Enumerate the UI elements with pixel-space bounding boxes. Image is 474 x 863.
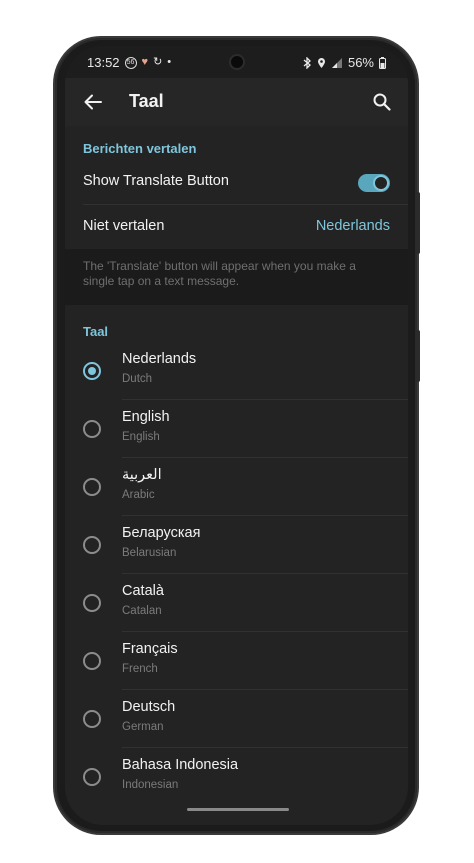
language-english-name: Belarusian xyxy=(122,547,177,559)
language-name: Nederlands xyxy=(122,351,197,367)
language-name: Беларуская xyxy=(122,525,201,541)
radio-button[interactable] xyxy=(83,362,101,380)
section-header-language: Taal xyxy=(83,324,109,339)
show-translate-toggle[interactable] xyxy=(358,174,390,192)
heart-icon: ♥ xyxy=(141,56,149,68)
radio-dot xyxy=(88,367,96,375)
language-name: Català xyxy=(122,583,164,599)
language-option[interactable]: Bahasa Indonesia Indonesian xyxy=(65,748,408,806)
radio-button[interactable] xyxy=(83,478,101,496)
back-button[interactable] xyxy=(77,86,109,118)
section-header-translate: Berichten vertalen xyxy=(83,141,197,156)
info-box: The 'Translate' button will appear when … xyxy=(65,249,408,305)
language-english-name: French xyxy=(122,663,158,675)
language-english-name: Dutch xyxy=(122,373,153,385)
radio-button[interactable] xyxy=(83,710,101,728)
status-bar: 13:52 56 ♥ ↻ • 56% xyxy=(65,46,408,78)
language-name: Deutsch xyxy=(122,699,176,715)
phone-side-button xyxy=(416,330,420,382)
show-translate-label: Show Translate Button xyxy=(83,173,229,189)
language-english-name: German xyxy=(122,721,164,733)
language-name: Français xyxy=(122,641,178,657)
signal-icon xyxy=(331,57,342,68)
do-not-translate-row[interactable]: Niet vertalen Nederlands xyxy=(65,205,408,249)
radio-button[interactable] xyxy=(83,420,101,438)
language-name: English xyxy=(122,409,170,425)
do-not-translate-value: Nederlands xyxy=(315,218,390,234)
toggle-knob xyxy=(373,175,389,191)
status-time: 13:52 xyxy=(87,55,120,70)
language-english-name: English xyxy=(122,431,160,443)
language-option[interactable]: العربية Arabic xyxy=(65,458,408,516)
location-icon xyxy=(317,57,325,68)
language-option[interactable]: Deutsch German xyxy=(65,690,408,748)
do-not-translate-label: Niet vertalen xyxy=(83,218,165,234)
sync-icon: ↻ xyxy=(153,56,163,68)
bluetooth-icon xyxy=(303,56,311,69)
language-name: العربية xyxy=(122,467,162,483)
radio-button[interactable] xyxy=(83,594,101,612)
arrow-left-icon xyxy=(84,94,102,110)
phone-side-button xyxy=(416,192,420,254)
language-option[interactable]: English English xyxy=(65,400,408,458)
language-option[interactable]: Català Catalan xyxy=(65,574,408,632)
settings-content: Berichten vertalen Show Translate Button… xyxy=(65,126,408,825)
notification-badge: 56 xyxy=(124,56,137,69)
radio-button[interactable] xyxy=(83,652,101,670)
search-icon xyxy=(373,93,391,111)
dot-icon: • xyxy=(167,56,172,68)
radio-button[interactable] xyxy=(83,768,101,786)
search-button[interactable] xyxy=(366,86,398,118)
battery-percentage: 56% xyxy=(347,55,374,70)
status-right: 56% xyxy=(303,55,386,70)
front-camera xyxy=(231,56,243,68)
status-left: 13:52 56 ♥ ↻ • xyxy=(87,55,171,70)
language-english-name: Indonesian xyxy=(122,779,179,791)
phone-screen: 13:52 56 ♥ ↻ • 56% Taal Berichten vertal… xyxy=(65,46,408,825)
page-title: Taal xyxy=(129,91,164,111)
language-name: Bahasa Indonesia xyxy=(122,757,239,773)
language-english-name: Arabic xyxy=(122,489,155,501)
info-text: The 'Translate' button will appear when … xyxy=(83,259,356,288)
language-english-name: Catalan xyxy=(122,605,162,617)
app-bar: Taal xyxy=(65,78,408,126)
language-option[interactable]: Беларуская Belarusian xyxy=(65,516,408,574)
language-option[interactable]: Français French xyxy=(65,632,408,690)
language-option[interactable]: Nederlands Dutch xyxy=(65,342,408,400)
radio-button[interactable] xyxy=(83,536,101,554)
battery-icon xyxy=(379,56,386,69)
show-translate-row[interactable]: Show Translate Button xyxy=(65,160,408,204)
home-indicator xyxy=(187,808,289,811)
